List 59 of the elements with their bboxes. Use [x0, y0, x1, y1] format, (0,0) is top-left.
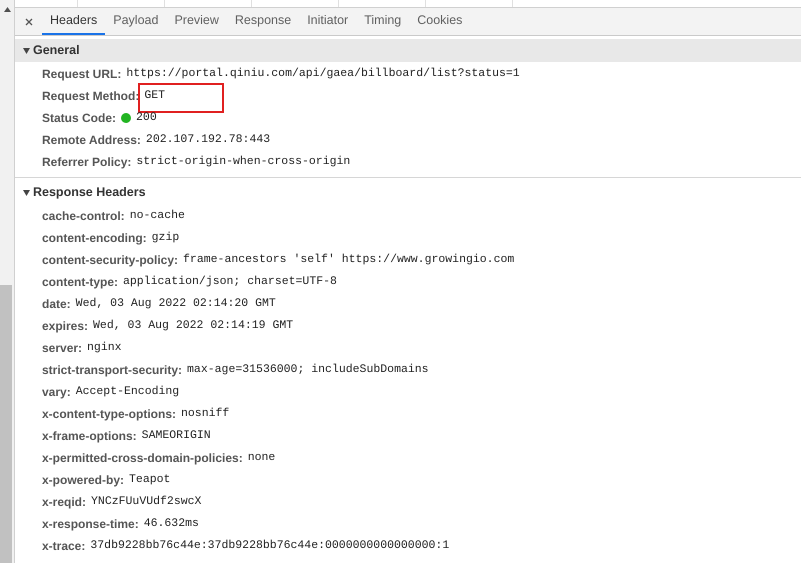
- tab[interactable]: Cookies: [409, 8, 470, 35]
- section-title: Response Headers: [33, 184, 146, 202]
- triangle-icon[interactable]: [23, 190, 30, 196]
- header-name: cache-control:: [42, 208, 125, 225]
- header-name: x-response-time:: [42, 516, 139, 533]
- tab[interactable]: Headers: [42, 8, 106, 35]
- header-value: 202.107.192.78:443: [146, 132, 270, 148]
- header-value: max-age=31536000; includeSubDomains: [187, 362, 429, 378]
- header-value: SAMEORIGIN: [142, 428, 211, 444]
- header-name: expires:: [42, 318, 88, 335]
- section-header[interactable]: Response Headers: [15, 181, 801, 204]
- scroll-up-icon[interactable]: [4, 7, 11, 12]
- header-name: strict-transport-security:: [42, 362, 182, 379]
- section-title: General: [33, 42, 80, 60]
- header-value: application/json; charset=UTF-8: [123, 274, 337, 290]
- tab[interactable]: Payload: [105, 8, 166, 35]
- header-value: Teapot: [129, 472, 170, 488]
- header-value: Accept-Encoding: [76, 384, 180, 400]
- tab[interactable]: Timing: [356, 8, 410, 35]
- scrollbar[interactable]: [0, 0, 15, 563]
- header-value: 200: [136, 110, 157, 126]
- header-name: content-type:: [42, 274, 118, 291]
- triangle-icon[interactable]: [23, 48, 30, 54]
- header-name: x-frame-options:: [42, 428, 137, 445]
- header-name: Referrer Policy:: [42, 154, 132, 171]
- header-value: none: [248, 450, 276, 466]
- header-name: Remote Address:: [42, 132, 141, 149]
- header-name: date:: [42, 296, 71, 313]
- header-value: frame-ancestors 'self' https://www.growingio.com: [183, 252, 514, 268]
- header-value: 37db9228bb76c44e:37db9228bb76c44e:0000000000000000:1: [90, 538, 450, 554]
- header-name: content-encoding:: [42, 230, 147, 247]
- section-header[interactable]: General: [15, 39, 801, 62]
- tab[interactable]: Response: [226, 8, 300, 35]
- header-name: x-powered-by:: [42, 472, 124, 489]
- header-name: x-reqid:: [42, 494, 86, 511]
- header-value: strict-origin-when-cross-origin: [136, 154, 350, 170]
- header-value: 46.632ms: [144, 516, 199, 532]
- header-value: Wed, 03 Aug 2022 02:14:19 GMT: [93, 318, 294, 334]
- header-name: Status Code:: [42, 110, 116, 127]
- header-value: nginx: [87, 340, 122, 356]
- header-value: YNCzFUuVUdf2swcX: [91, 494, 202, 510]
- header-name: vary:: [42, 384, 71, 401]
- header-name: x-content-type-options:: [42, 406, 176, 423]
- tab[interactable]: Initiator: [299, 8, 356, 35]
- header-name: content-security-policy:: [42, 252, 178, 269]
- header-value: Wed, 03 Aug 2022 02:14:20 GMT: [76, 296, 276, 312]
- header-name: x-trace:: [42, 538, 86, 555]
- header-value: gzip: [152, 230, 180, 246]
- header-value: GET: [144, 88, 166, 104]
- tab[interactable]: Preview: [166, 8, 227, 35]
- header-name: Request URL:: [42, 66, 122, 83]
- header-value: nosniff: [181, 406, 230, 422]
- scrollbar-thumb[interactable]: [0, 285, 12, 563]
- header-name: Request Method:: [42, 88, 140, 105]
- header-value: https://portal.qiniu.com/api/gaea/billboard/list?status=1: [126, 66, 520, 82]
- header-name: server:: [42, 340, 82, 357]
- header-name: x-permitted-cross-domain-policies:: [42, 450, 243, 467]
- close-icon[interactable]: [25, 18, 33, 26]
- header-value: no-cache: [130, 208, 185, 224]
